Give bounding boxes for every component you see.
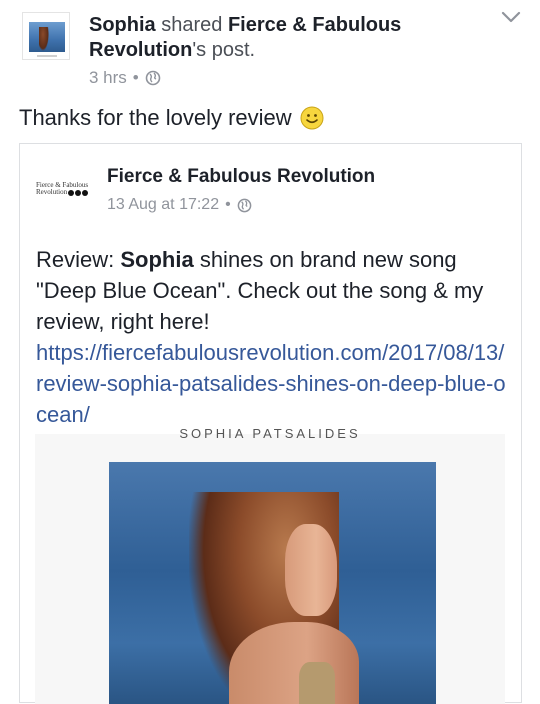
photo-face bbox=[285, 524, 337, 616]
status-text: Thanks for the lovely review bbox=[19, 105, 292, 130]
logo-mark-icon bbox=[68, 189, 75, 196]
logo-mark-icon bbox=[75, 189, 82, 196]
smiley-icon bbox=[300, 106, 324, 130]
avatar-album-title bbox=[29, 16, 65, 20]
album-cover-image[interactable]: SOPHIA PATSALIDES bbox=[35, 426, 505, 704]
chevron-down-icon[interactable] bbox=[500, 8, 522, 26]
album-photo bbox=[109, 462, 436, 704]
globe-icon bbox=[145, 70, 161, 86]
share-header: Sophia shared Fierce & Fabulous Revoluti… bbox=[89, 13, 489, 63]
page-logo[interactable]: Fierce & Fabulous Revolution bbox=[36, 182, 96, 202]
meta-separator: • bbox=[132, 68, 139, 87]
avatar[interactable] bbox=[22, 12, 70, 60]
actor-name[interactable]: Sophia bbox=[89, 14, 156, 36]
shared-page-title[interactable]: Fierce & Fabulous Revolution bbox=[107, 166, 375, 188]
logo-mark-icon bbox=[82, 189, 89, 196]
post-text-bold: Sophia bbox=[120, 247, 194, 272]
globe-icon bbox=[237, 198, 252, 212]
status-message: Thanks for the lovely review bbox=[19, 105, 324, 131]
meta-separator: • bbox=[225, 196, 231, 213]
shared-post-card[interactable]: Fierce & Fabulous Revolution Fierce & Fa… bbox=[19, 143, 522, 704]
review-link[interactable]: https://fiercefabulousrevolution.com/201… bbox=[36, 337, 506, 430]
album-artist-caption: SOPHIA PATSALIDES bbox=[179, 426, 361, 441]
avatar-album-footer bbox=[37, 55, 57, 57]
share-suffix: 's post. bbox=[192, 39, 256, 61]
post-text-prefix: Review: bbox=[36, 247, 121, 272]
photo-strap bbox=[299, 662, 335, 704]
post-time[interactable]: 3 hrs bbox=[89, 68, 127, 88]
shared-post-meta: 13 Aug at 17:22 • bbox=[107, 196, 252, 214]
post-meta: 3 hrs • bbox=[89, 68, 161, 88]
page-logo-line2: Revolution bbox=[36, 188, 68, 196]
shared-post-text: Review: Sophia shines on brand new song … bbox=[36, 244, 506, 430]
shared-post-time[interactable]: 13 Aug at 17:22 bbox=[107, 196, 219, 214]
share-verb: shared bbox=[155, 14, 228, 36]
avatar-figure bbox=[39, 27, 49, 51]
